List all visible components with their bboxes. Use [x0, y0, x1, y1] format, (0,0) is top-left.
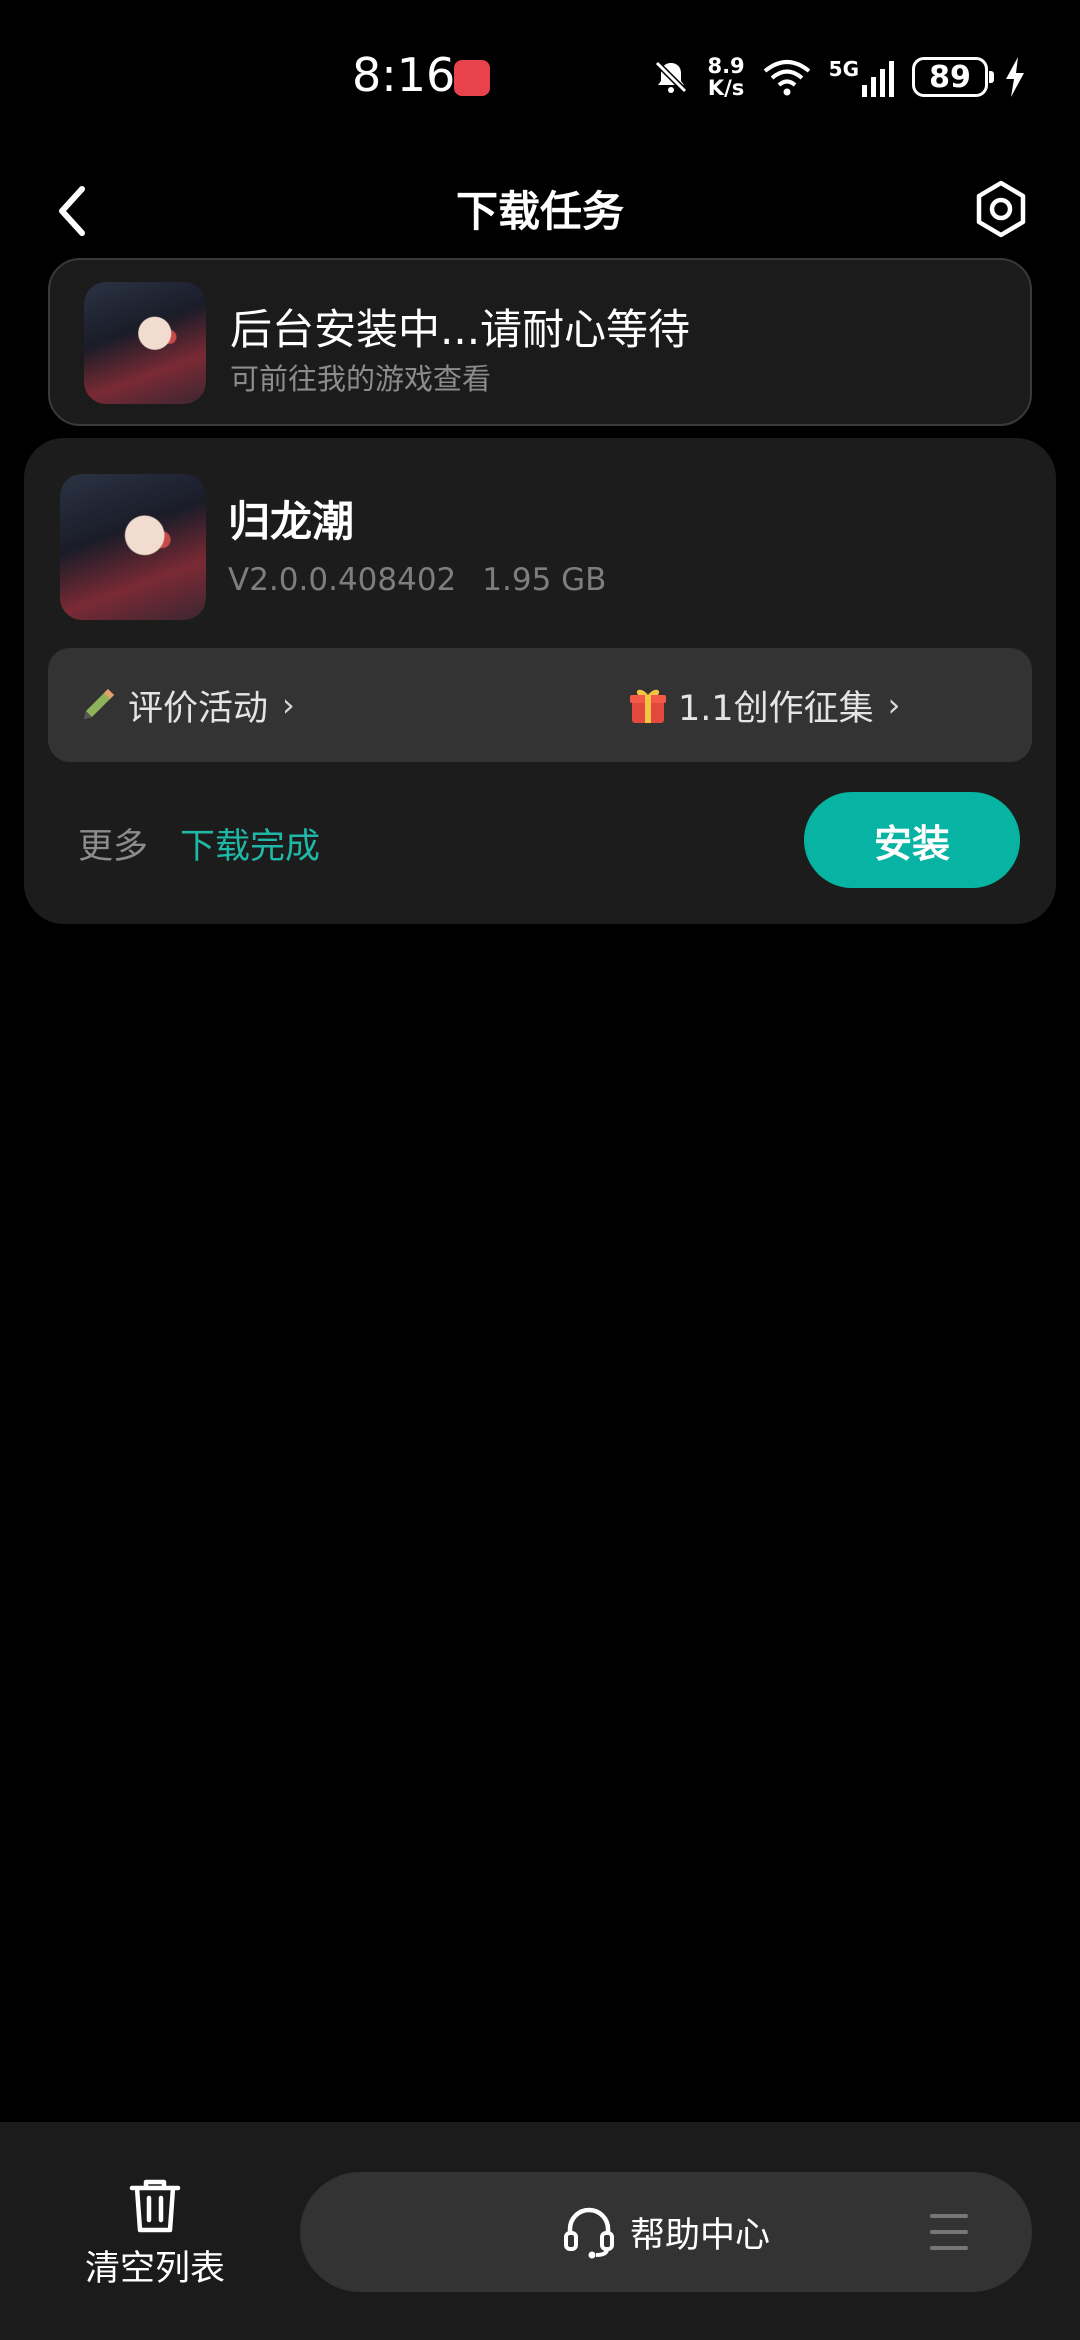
status-time: 8:16 [352, 48, 456, 102]
signal-group: 5G [829, 57, 896, 97]
chevron-right-icon: › [887, 686, 901, 724]
network-speed: 8.9 K/s [707, 55, 744, 99]
signal-type: 5G [828, 57, 859, 81]
menu-icon[interactable] [930, 2214, 968, 2250]
clear-list-button[interactable]: 清空列表 [60, 2176, 250, 2302]
help-center-bar: 帮助中心 [300, 2172, 1032, 2292]
settings-hexagon-icon [976, 180, 1026, 238]
game-icon[interactable] [60, 474, 206, 620]
install-button[interactable]: 安装 [804, 792, 1020, 888]
app-badge-icon [454, 60, 490, 96]
help-center-label: 帮助中心 [630, 2215, 771, 2256]
clear-list-label: 清空列表 [84, 2249, 225, 2289]
network-speed-unit: K/s [707, 76, 745, 100]
signal-icon [862, 61, 894, 97]
activity-review-label: 评价活动 [128, 688, 269, 729]
page-title: 下载任务 [455, 187, 624, 236]
settings-button[interactable] [968, 176, 1034, 242]
game-thumbnail [84, 282, 206, 404]
game-name[interactable]: 归龙潮 [228, 488, 354, 549]
chevron-right-icon: › [282, 686, 295, 724]
trash-icon [129, 2179, 181, 2233]
battery-icon: 89 [912, 57, 994, 97]
banner-title: 后台安装中...请耐心等待 [230, 305, 691, 354]
wifi-icon [763, 60, 810, 96]
bottom-bar: 清空列表 帮助中心 [0, 2122, 1080, 2340]
charging-icon [1006, 57, 1024, 97]
activity-review-link[interactable]: 评价活动 › [78, 648, 295, 762]
game-version: V2.0.0.408402 [228, 562, 457, 598]
headset-icon [564, 2207, 614, 2259]
more-button[interactable]: 更多 [78, 818, 148, 869]
battery-level: 89 [929, 59, 971, 95]
download-item-card: 归龙潮 V2.0.0.408402 1.95 GB 评价活动 › 1.1创作征集… [24, 438, 1056, 924]
download-status: 下载完成 [180, 827, 321, 867]
status-icons: 8.9 K/s 5G 89 [651, 52, 1026, 102]
game-size: 1.95 GB [482, 562, 607, 598]
game-meta: V2.0.0.408402 1.95 GB [228, 562, 606, 598]
network-speed-value: 8.9 [707, 54, 745, 78]
banner-subtitle: 可前往我的游戏查看 [230, 362, 492, 396]
activity-bar: 评价活动 › 1.1创作征集 › [48, 648, 1032, 762]
pencil-icon [84, 689, 114, 719]
activity-contest-link[interactable]: 1.1创作征集 › [628, 648, 900, 762]
help-center-button[interactable]: 帮助中心 [562, 2172, 770, 2292]
mute-icon [655, 60, 688, 94]
gift-icon [630, 689, 666, 723]
install-banner[interactable]: 后台安装中...请耐心等待 可前往我的游戏查看 [48, 258, 1032, 426]
activity-contest-label: 1.1创作征集 [678, 688, 874, 729]
